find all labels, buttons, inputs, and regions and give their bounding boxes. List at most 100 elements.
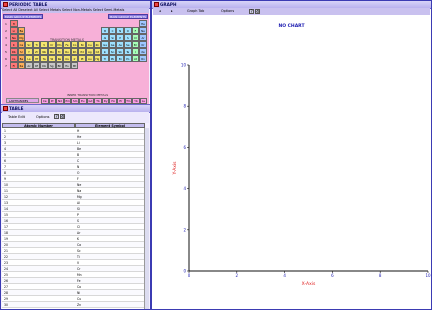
element-cell-gd[interactable]: Gd: [86, 98, 95, 104]
element-cell-rb[interactable]: Rb: [10, 48, 18, 55]
table-scrollbar[interactable]: [144, 128, 149, 309]
element-cell-he[interactable]: He: [139, 20, 147, 27]
element-cell-ta[interactable]: Ta: [40, 55, 48, 62]
element-cell-hf[interactable]: Hf: [32, 55, 41, 62]
element-cell-si[interactable]: Si: [108, 34, 117, 41]
element-cell-pb[interactable]: Pb: [108, 55, 117, 62]
table-row[interactable]: 30 Zn: [2, 302, 149, 308]
element-cell-ba[interactable]: Ba: [17, 55, 26, 62]
element-cell-rf[interactable]: Rf: [32, 62, 41, 69]
element-cell-hg[interactable]: Hg: [93, 55, 102, 62]
element-cell-te[interactable]: Te: [124, 48, 132, 55]
element-cell-ti[interactable]: Ti: [32, 41, 41, 48]
element-cell-c[interactable]: C: [108, 27, 117, 34]
table-edit-menu[interactable]: Table Edit: [8, 115, 25, 119]
element-cell-sr[interactable]: Sr: [17, 48, 26, 55]
element-cell-dy[interactable]: Dy: [101, 98, 110, 104]
element-cell-li[interactable]: Li: [10, 27, 18, 34]
element-cell-mt[interactable]: Mt: [70, 62, 79, 69]
graph-prev-icon[interactable]: ◂: [159, 8, 161, 15]
element-cell-er[interactable]: Er: [117, 98, 125, 104]
graph-settings-icon[interactable]: ⚙: [255, 9, 260, 14]
element-cell-be[interactable]: Be: [17, 27, 26, 34]
graph-options-menu[interactable]: Options: [221, 8, 234, 15]
element-cell-v[interactable]: V: [40, 41, 48, 48]
element-cell-k[interactable]: K: [10, 41, 18, 48]
element-cell-ag[interactable]: Ag: [86, 48, 94, 55]
element-cell-i[interactable]: I: [131, 48, 140, 55]
element-cell-ge[interactable]: Ge: [108, 41, 117, 48]
element-cell-ar[interactable]: Ar: [139, 34, 147, 41]
main-group-right-button[interactable]: MAIN GROUP ELEMENTS: [107, 14, 148, 19]
element-cell-eu[interactable]: Eu: [79, 98, 87, 104]
element-cell-bh[interactable]: Bh: [55, 62, 64, 69]
element-cell-b[interactable]: B: [101, 27, 109, 34]
element-cell-fr[interactable]: Fr: [10, 62, 18, 69]
element-cell-ir[interactable]: Ir: [70, 55, 79, 62]
element-cell-ga[interactable]: Ga: [101, 41, 109, 48]
element-cell-nb[interactable]: Nb: [40, 48, 48, 55]
element-cell-cu[interactable]: Cu: [86, 41, 94, 48]
element-cell-kr[interactable]: Kr: [139, 41, 147, 48]
element-cell-s[interactable]: S: [124, 34, 132, 41]
graph-help-icon[interactable]: ?: [249, 9, 254, 14]
element-cell-os[interactable]: Os: [63, 55, 71, 62]
element-cell-sb[interactable]: Sb: [116, 48, 124, 55]
element-cell-tc[interactable]: Tc: [55, 48, 64, 55]
element-cell-sg[interactable]: Sg: [48, 62, 56, 69]
element-cell-sc[interactable]: Sc: [25, 41, 33, 48]
element-cell-ni[interactable]: Ni: [78, 41, 86, 48]
element-cell-cr[interactable]: Cr: [48, 41, 56, 48]
element-cell-ra[interactable]: Ra: [17, 62, 26, 69]
element-cell-pd[interactable]: Pd: [78, 48, 86, 55]
element-cell-ce[interactable]: Ce: [41, 98, 49, 104]
element-cell-mn[interactable]: Mn: [55, 41, 64, 48]
element-cell-re[interactable]: Re: [55, 55, 64, 62]
element-cell-at[interactable]: At: [131, 55, 140, 62]
element-cell-xe[interactable]: Xe: [139, 48, 147, 55]
element-cell-cl[interactable]: Cl: [131, 34, 140, 41]
element-cell-zr[interactable]: Zr: [32, 48, 41, 55]
element-cell-cs[interactable]: Cs: [10, 55, 18, 62]
element-cell-pr[interactable]: Pr: [48, 98, 57, 104]
element-cell-br[interactable]: Br: [131, 41, 140, 48]
element-cell-mo[interactable]: Mo: [48, 48, 56, 55]
element-cell-tl[interactable]: Tl: [101, 55, 109, 62]
element-cell-in[interactable]: In: [101, 48, 109, 55]
periodic-toolbar-text[interactable]: Select All Deselect All Select Metals Se…: [2, 8, 124, 12]
graph-next-icon[interactable]: ▸: [171, 8, 173, 15]
element-cell-tm[interactable]: Tm: [124, 98, 133, 104]
element-cell-as[interactable]: As: [116, 41, 124, 48]
element-cell-au[interactable]: Au: [86, 55, 94, 62]
element-cell-hs[interactable]: Hs: [63, 62, 71, 69]
element-cell-ho[interactable]: Ho: [109, 98, 117, 104]
element-cell-po[interactable]: Po: [124, 55, 132, 62]
element-cell-f[interactable]: F: [131, 27, 140, 34]
element-cell-w[interactable]: W: [48, 55, 56, 62]
element-cell-db[interactable]: Db: [40, 62, 48, 69]
element-cell-rn[interactable]: Rn: [139, 55, 147, 62]
element-cell-n[interactable]: N: [116, 27, 124, 34]
element-cell-yb[interactable]: Yb: [132, 98, 140, 104]
element-cell-p[interactable]: P: [116, 34, 124, 41]
element-cell-cd[interactable]: Cd: [93, 48, 102, 55]
element-cell-bi[interactable]: Bi: [116, 55, 124, 62]
table-options-menu[interactable]: Options: [36, 115, 50, 119]
element-cell-ca[interactable]: Ca: [17, 41, 26, 48]
element-cell-ac[interactable]: Ac: [25, 62, 33, 69]
element-cell-zn[interactable]: Zn: [93, 41, 102, 48]
settings-icon[interactable]: ⚙: [60, 114, 65, 119]
help-icon[interactable]: ?: [54, 114, 59, 119]
element-cell-al[interactable]: Al: [101, 34, 109, 41]
main-group-left-button[interactable]: MAIN GROUP ELEMENTS: [3, 14, 44, 19]
element-cell-pm[interactable]: Pm: [63, 98, 72, 104]
element-cell-ru[interactable]: Ru: [63, 48, 71, 55]
element-cell-nd[interactable]: Nd: [56, 98, 64, 104]
element-cell-pt[interactable]: Pt: [78, 55, 86, 62]
element-cell-ne[interactable]: Ne: [139, 27, 147, 34]
element-cell-se[interactable]: Se: [124, 41, 132, 48]
element-cell-la[interactable]: La: [25, 55, 33, 62]
element-cell-tb[interactable]: Tb: [94, 98, 102, 104]
element-cell-mg[interactable]: Mg: [17, 34, 26, 41]
element-cell-co[interactable]: Co: [70, 41, 79, 48]
